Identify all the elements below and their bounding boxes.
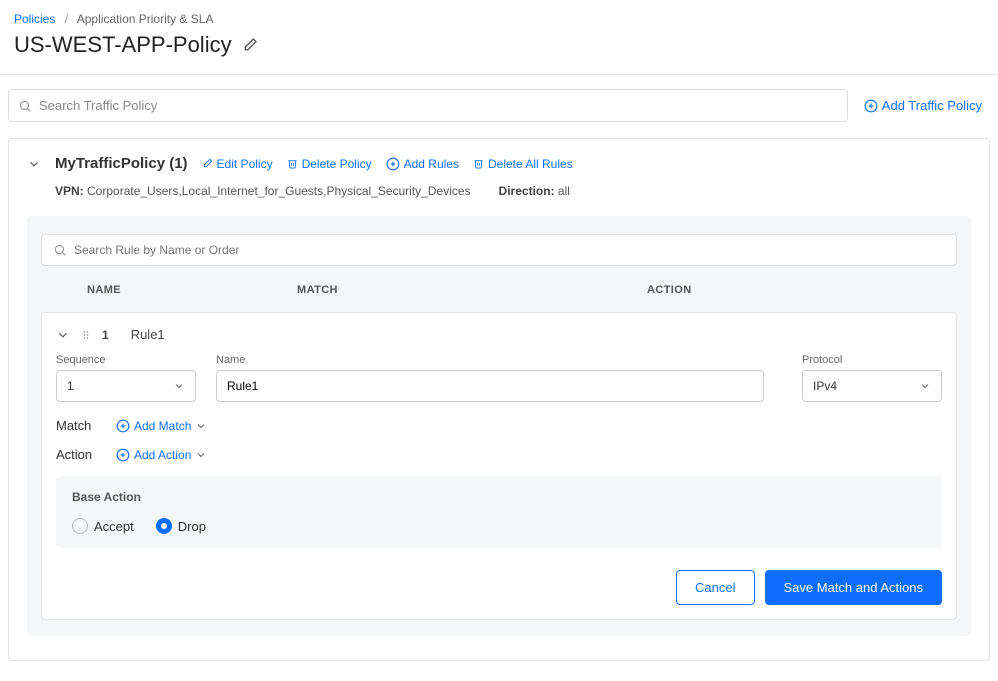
base-action-box: Base Action Accept Drop: [56, 476, 942, 548]
radio-accept[interactable]: Accept: [72, 518, 134, 534]
direction-label: Direction:: [499, 184, 555, 198]
rule-search-input[interactable]: [41, 234, 957, 266]
page-title: US-WEST-APP-Policy: [14, 32, 232, 58]
drag-handle-icon[interactable]: [80, 329, 92, 341]
search-icon: [18, 99, 32, 113]
add-traffic-policy-link[interactable]: Add Traffic Policy: [864, 98, 982, 113]
breadcrumb-root-link[interactable]: Policies: [14, 12, 55, 26]
plus-circle-icon: [864, 99, 878, 113]
trash-icon: [473, 158, 484, 169]
add-policy-label: Add Traffic Policy: [882, 98, 982, 113]
edit-policy-link[interactable]: Edit Policy: [202, 157, 273, 171]
vpn-value: Corporate_Users,Local_Internet_for_Guest…: [87, 184, 471, 198]
protocol-label: Protocol: [802, 354, 942, 366]
rules-panel: NAME MATCH ACTION 1 Rule1 Sequence 1: [27, 216, 971, 636]
policy-name: MyTrafficPolicy (1): [55, 155, 188, 172]
add-rules-link[interactable]: Add Rules: [386, 157, 459, 171]
breadcrumb: Policies / Application Priority & SLA: [0, 0, 998, 32]
vpn-label: VPN:: [55, 184, 84, 198]
delete-policy-link[interactable]: Delete Policy: [287, 157, 372, 171]
base-action-title: Base Action: [72, 490, 926, 504]
chevron-down-icon[interactable]: [27, 157, 41, 171]
delete-all-rules-link[interactable]: Delete All Rules: [473, 157, 573, 171]
plus-circle-icon: [116, 448, 130, 462]
name-input[interactable]: [216, 370, 764, 402]
policy-card: MyTrafficPolicy (1) Edit Policy Delete P…: [8, 138, 990, 661]
plus-circle-icon: [386, 157, 400, 171]
sequence-value: 1: [67, 379, 74, 393]
radio-circle-icon: [72, 518, 88, 534]
column-action: ACTION: [647, 284, 957, 296]
chevron-down-icon: [195, 449, 207, 461]
plus-circle-icon: [116, 419, 130, 433]
chevron-down-icon: [173, 380, 185, 392]
radio-drop[interactable]: Drop: [156, 518, 206, 534]
breadcrumb-current: Application Priority & SLA: [77, 12, 214, 26]
add-match-link[interactable]: Add Match: [116, 419, 207, 433]
breadcrumb-separator: /: [65, 12, 68, 26]
rule-order: 1: [102, 328, 109, 342]
search-icon: [53, 243, 67, 257]
rule-columns-header: NAME MATCH ACTION: [27, 274, 971, 306]
protocol-select[interactable]: IPv4: [802, 370, 942, 402]
protocol-value: IPv4: [813, 379, 837, 393]
edit-title-icon[interactable]: [242, 37, 258, 53]
direction-value: all: [558, 184, 570, 198]
pencil-icon: [202, 158, 213, 169]
policy-meta: VPN: Corporate_Users,Local_Internet_for_…: [9, 180, 989, 212]
radio-circle-checked-icon: [156, 518, 172, 534]
sequence-select[interactable]: 1: [56, 370, 196, 402]
page-title-row: US-WEST-APP-Policy: [0, 32, 998, 74]
chevron-down-icon: [919, 380, 931, 392]
policy-header: MyTrafficPolicy (1) Edit Policy Delete P…: [9, 139, 989, 180]
rule-item: 1 Rule1 Sequence 1 Name Protocol: [41, 312, 957, 620]
chevron-down-icon: [195, 420, 207, 432]
add-action-link[interactable]: Add Action: [116, 448, 207, 462]
chevron-down-icon[interactable]: [56, 328, 70, 342]
rule-title: Rule1: [131, 327, 165, 342]
column-match: MATCH: [297, 284, 647, 296]
policy-search-row: Add Traffic Policy: [0, 75, 998, 132]
search-input[interactable]: [8, 89, 848, 122]
name-label: Name: [216, 354, 764, 366]
trash-icon: [287, 158, 298, 169]
action-section-label: Action: [56, 447, 104, 462]
column-name: NAME: [87, 284, 297, 296]
match-section-label: Match: [56, 418, 104, 433]
sequence-label: Sequence: [56, 354, 196, 366]
